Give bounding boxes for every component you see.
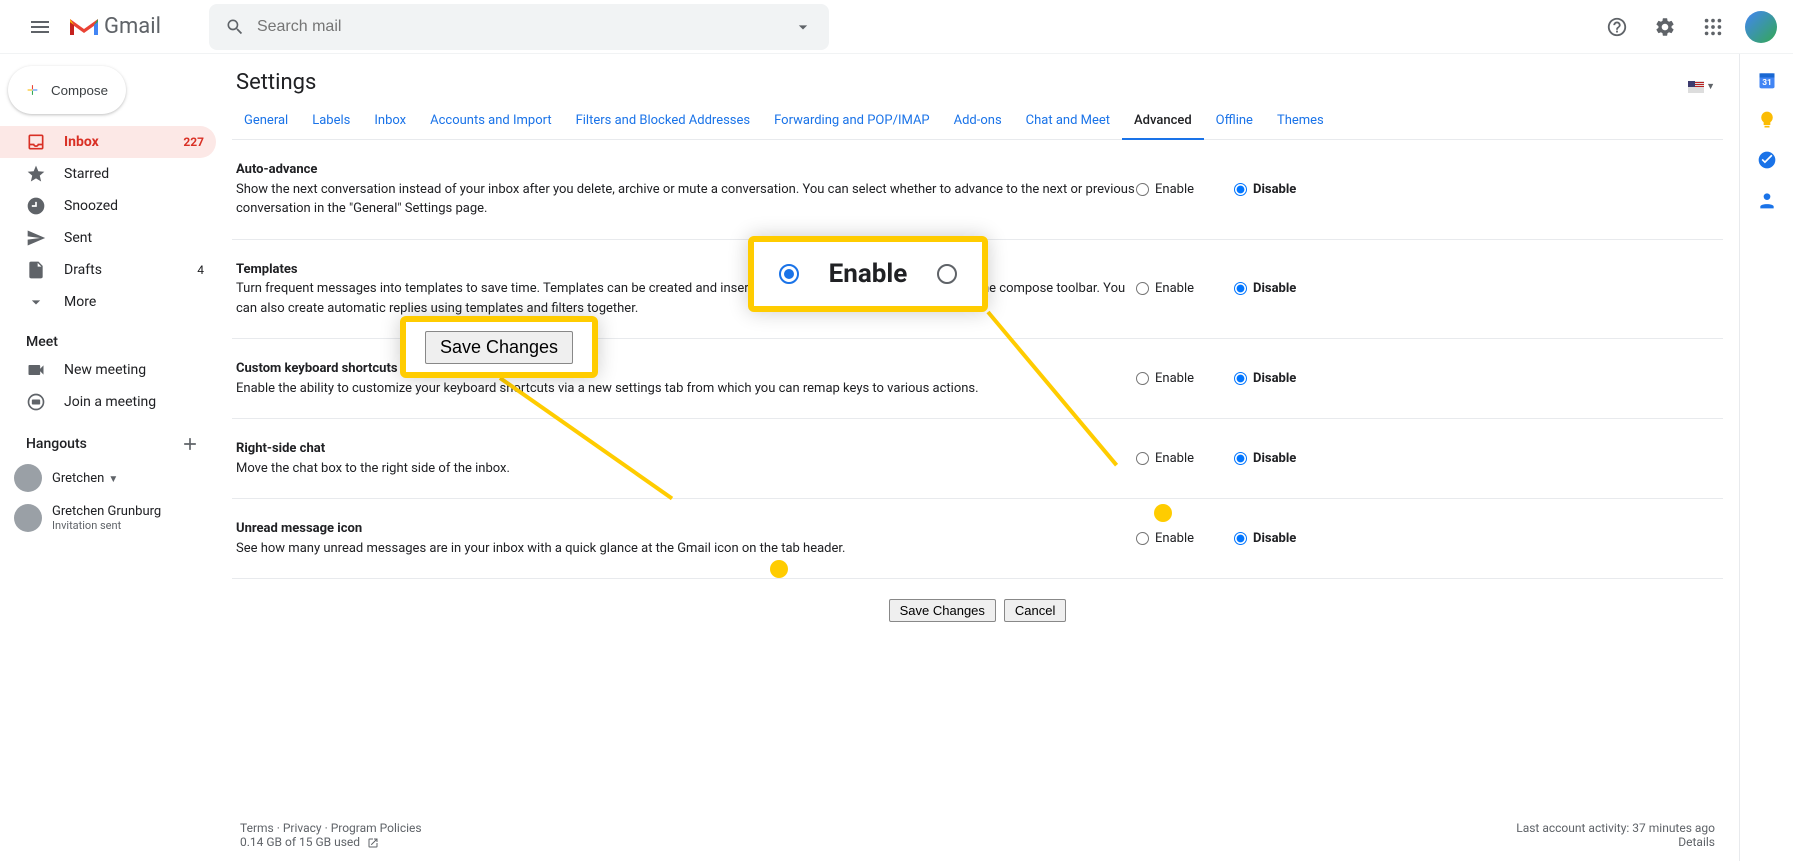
callout-enable: Enable [748,236,988,312]
enable-radio[interactable] [1136,183,1149,196]
tab-advanced[interactable]: Advanced [1122,103,1204,140]
sidebar-item-snoozed[interactable]: Snoozed [0,190,216,222]
main-menu-icon[interactable] [16,3,64,51]
external-link-icon[interactable] [367,837,379,849]
hangout-item[interactable]: Gretchen GrunburgInvitation sent [0,498,216,538]
tab-accounts-and-import[interactable]: Accounts and Import [418,103,563,139]
enable-radio[interactable] [1136,372,1149,385]
tab-offline[interactable]: Offline [1204,103,1265,139]
search-input[interactable] [257,18,793,36]
support-icon[interactable] [1597,7,1637,47]
meet-item[interactable]: Join a meeting [0,386,216,418]
sidebar-item-drafts[interactable]: Drafts4 [0,254,216,286]
hangouts-section-header: Hangouts [0,418,216,458]
contacts-icon[interactable] [1757,190,1777,210]
calendar-icon[interactable]: 31 [1757,70,1777,90]
settings-gear-icon[interactable] [1645,7,1685,47]
account-avatar[interactable] [1745,11,1777,43]
footer-activity: Last account activity: 37 minutes ago [1516,821,1715,835]
enable-radio[interactable] [1136,282,1149,295]
more-icon [26,292,46,312]
annotation-dot [770,560,788,578]
callout-save-button: Save Changes [425,331,573,364]
sidebar-item-starred[interactable]: Starred [0,158,216,190]
disable-radio[interactable] [1234,282,1247,295]
keep-icon[interactable] [1757,110,1777,130]
disable-radio[interactable] [1234,532,1247,545]
meet-icon [26,392,46,412]
drafts-icon [26,260,46,280]
tab-forwarding-and-pop/imap[interactable]: Forwarding and POP/IMAP [762,103,942,139]
cancel-button[interactable]: Cancel [1004,599,1066,622]
compose-button[interactable]: Compose [8,66,126,114]
footer-terms-link[interactable]: Terms [240,821,274,835]
disable-radio[interactable] [1234,452,1247,465]
footer-privacy-link[interactable]: Privacy [283,821,322,835]
save-changes-button[interactable]: Save Changes [889,599,996,622]
snoozed-icon [26,196,46,216]
sent-icon [26,228,46,248]
setting-row: Right-side chatMove the chat box to the … [232,419,1723,499]
gmail-logo[interactable]: Gmail [68,14,161,39]
tab-filters-and-blocked-addresses[interactable]: Filters and Blocked Addresses [564,103,763,139]
tab-inbox[interactable]: Inbox [362,103,418,139]
enable-radio[interactable] [1136,532,1149,545]
avatar [14,464,42,492]
sidebar: Compose Inbox227StarredSnoozedSentDrafts… [0,54,216,861]
callout-radio-checked-icon [779,264,799,284]
google-apps-icon[interactable] [1693,7,1733,47]
settings-title: Settings [236,70,316,95]
gmail-m-icon [68,15,100,39]
sidebar-item-sent[interactable]: Sent [0,222,216,254]
annotation-dot [1154,504,1172,522]
callout-save: Save Changes [400,316,598,378]
input-tools-icon[interactable]: ▼ [1680,73,1723,101]
meet-item[interactable]: New meeting [0,354,216,386]
footer-details-link[interactable]: Details [1678,835,1715,849]
tab-themes[interactable]: Themes [1265,103,1336,139]
sidebar-item-more[interactable]: More [0,286,216,318]
tab-labels[interactable]: Labels [300,103,362,139]
search-icon [225,17,245,37]
meet-icon [26,360,46,380]
tasks-icon[interactable] [1757,150,1777,170]
side-panel: 31 [1739,54,1793,861]
enable-radio[interactable] [1136,452,1149,465]
starred-icon [26,164,46,184]
meet-section-header: Meet [0,318,216,354]
hangout-item[interactable]: Gretchen▼ [0,458,216,498]
inbox-icon [26,132,46,152]
compose-plus-icon [26,78,39,102]
avatar [14,504,42,532]
callout-radio-unchecked-icon [937,264,957,284]
footer-policies-link[interactable]: Program Policies [331,821,422,835]
disable-radio[interactable] [1234,183,1247,196]
footer-storage: 0.14 GB of 15 GB used [240,835,360,849]
gmail-logo-text: Gmail [104,14,161,39]
sidebar-item-inbox[interactable]: Inbox227 [0,126,216,158]
setting-row: Unread message iconSee how many unread m… [232,499,1723,579]
setting-row: Auto-advanceShow the next conversation i… [232,140,1723,240]
compose-label: Compose [51,83,108,98]
tab-add-ons[interactable]: Add-ons [942,103,1014,139]
tab-general[interactable]: General [232,103,300,139]
new-hangout-icon[interactable] [180,434,200,454]
svg-text:31: 31 [1762,78,1772,88]
search-options-icon[interactable] [793,17,813,37]
disable-radio[interactable] [1234,372,1247,385]
search-bar[interactable] [209,4,829,50]
tab-chat-and-meet[interactable]: Chat and Meet [1014,103,1122,139]
